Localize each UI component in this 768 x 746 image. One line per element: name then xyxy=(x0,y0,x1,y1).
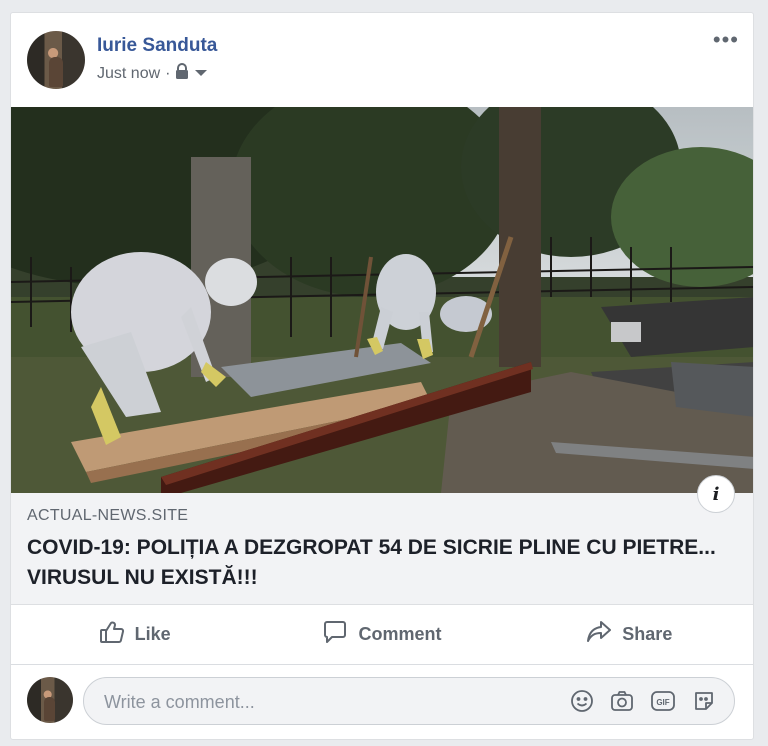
lock-icon xyxy=(175,63,189,84)
viewer-avatar[interactable] xyxy=(27,677,73,723)
like-label: Like xyxy=(134,624,171,644)
post-header: Iurie Sanduta Just now · ••• xyxy=(11,13,753,107)
comment-composer: GIF xyxy=(11,665,753,739)
smiley-icon[interactable] xyxy=(570,689,594,713)
gif-icon[interactable]: GIF xyxy=(650,689,676,713)
link-image[interactable] xyxy=(11,107,753,493)
thumbs-up-icon xyxy=(99,619,125,650)
post-meta: Just now · xyxy=(97,63,208,84)
share-label: Share xyxy=(622,624,673,644)
author-avatar[interactable] xyxy=(27,31,85,89)
timestamp[interactable]: Just now xyxy=(97,65,160,83)
post-card: Iurie Sanduta Just now · ••• ACTUAL-NEWS… xyxy=(10,12,754,740)
info-icon: i xyxy=(712,483,720,505)
share-arrow-icon xyxy=(586,619,612,650)
comment-button[interactable]: Comment xyxy=(258,605,505,664)
info-button[interactable]: i xyxy=(697,475,735,513)
comment-label: Comment xyxy=(358,624,442,644)
link-preview[interactable]: ACTUAL-NEWS.SITE COVID-19: POLIȚIA A DEZ… xyxy=(11,493,753,605)
link-headline[interactable]: COVID-19: POLIȚIA A DEZGROPAT 54 DE SICR… xyxy=(27,533,727,593)
link-domain: ACTUAL-NEWS.SITE xyxy=(27,507,189,524)
share-button[interactable]: Share xyxy=(506,605,753,664)
more-options-button[interactable]: ••• xyxy=(713,29,739,51)
comment-box[interactable]: GIF xyxy=(83,677,735,726)
action-bar: Like Comment Share xyxy=(11,605,753,665)
author-name[interactable]: Iurie Sanduta xyxy=(97,35,217,57)
audience-dropdown-icon[interactable] xyxy=(194,65,208,83)
cemetery-photo xyxy=(11,107,753,493)
sticker-icon[interactable] xyxy=(692,689,716,713)
meta-separator: · xyxy=(165,64,171,82)
like-button[interactable]: Like xyxy=(11,605,258,664)
svg-text:GIF: GIF xyxy=(656,698,669,707)
composer-icons: GIF xyxy=(570,689,716,713)
comment-input[interactable] xyxy=(102,678,546,726)
camera-icon[interactable] xyxy=(610,689,634,713)
comment-bubble-icon xyxy=(322,619,348,650)
